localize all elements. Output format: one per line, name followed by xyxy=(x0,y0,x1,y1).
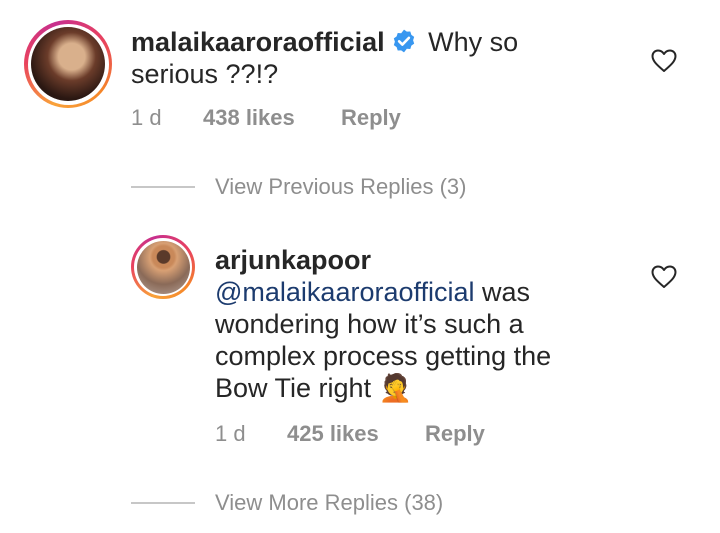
view-more-replies-label[interactable]: View More Replies (38) xyxy=(215,490,443,516)
view-more-replies[interactable]: View More Replies (38) xyxy=(131,490,443,516)
avatar-malaikaaroraofficial[interactable] xyxy=(24,20,112,108)
comment-username[interactable]: malaikaaroraofficial xyxy=(131,27,385,57)
replies-divider xyxy=(131,186,195,188)
avatar-arjunkapoor[interactable] xyxy=(131,235,195,299)
reply-mention-link[interactable]: @malaikaaroraofficial xyxy=(215,277,475,307)
avatar-photo xyxy=(31,27,105,101)
verified-badge-icon xyxy=(393,29,414,53)
replies-divider xyxy=(131,502,195,504)
reply-meta: 1 d 425 likes Reply xyxy=(215,421,485,447)
comment-likes[interactable]: 438 likes xyxy=(203,105,341,131)
reply-likes[interactable]: 425 likes xyxy=(287,421,425,447)
comment-meta: 1 d 438 likes Reply xyxy=(131,105,401,131)
reply-time: 1 d xyxy=(215,421,246,446)
reply-username[interactable]: arjunkapoor xyxy=(215,245,371,275)
reply-button[interactable]: Reply xyxy=(425,421,485,447)
facepalm-emoji: 🤦 xyxy=(378,373,413,403)
comment-time: 1 d xyxy=(131,105,162,130)
view-previous-replies[interactable]: View Previous Replies (3) xyxy=(131,174,466,200)
avatar-photo xyxy=(136,240,190,294)
view-previous-replies-label[interactable]: View Previous Replies (3) xyxy=(215,174,466,200)
like-heart-icon[interactable] xyxy=(651,49,677,73)
reply-text: arjunkapoor @malaikaaroraofficial was wo… xyxy=(215,244,595,404)
comment-text: malaikaaroraofficial Why so serious ??!? xyxy=(131,26,601,90)
like-heart-icon[interactable] xyxy=(651,265,677,289)
reply-button[interactable]: Reply xyxy=(341,105,401,131)
